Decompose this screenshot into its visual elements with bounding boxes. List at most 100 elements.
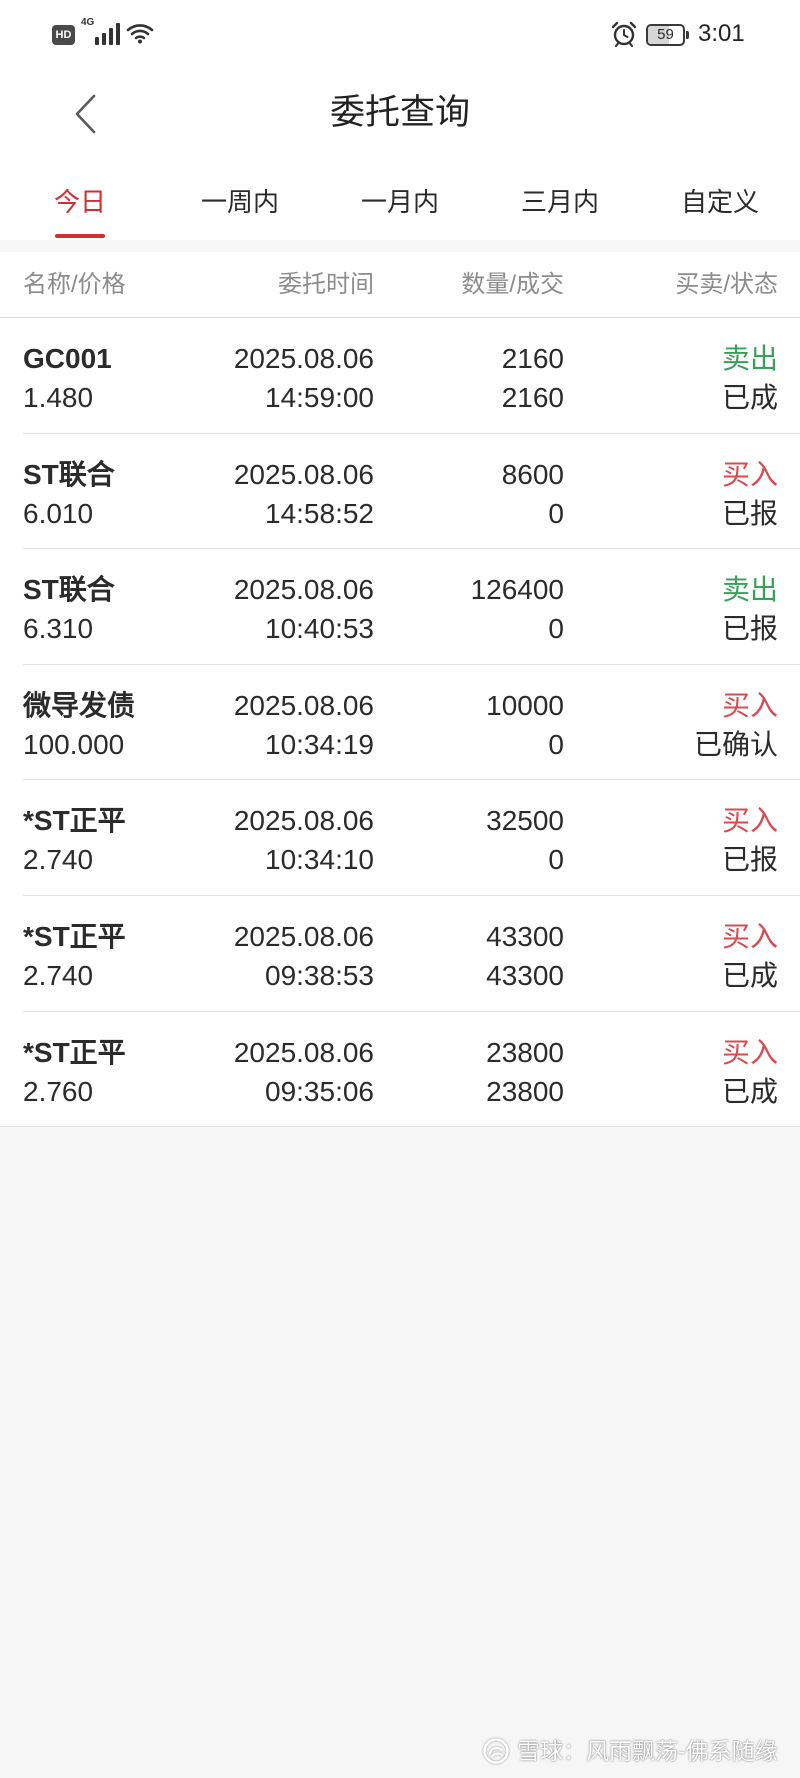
order-date: 2025.08.06 — [233, 689, 374, 721]
quantity-filled-cell: 43300 43300 — [486, 917, 564, 995]
order-row[interactable]: *ST正平 2.760 2025.08.06 09:35:06 23800 23… — [0, 1012, 800, 1128]
order-price: 2.760 — [23, 1075, 94, 1107]
quantity-filled-cell: 2160 2160 — [502, 339, 564, 417]
tab-within-three-months[interactable]: 三月内 — [480, 160, 640, 240]
column-header-row: 名称/价格 委托时间 数量/成交 买卖/状态 — [0, 252, 800, 318]
order-date: 2025.08.06 — [233, 458, 374, 490]
order-side: 买入 — [721, 689, 778, 721]
column-header-quantity-filled: 数量/成交 — [461, 271, 564, 298]
tab-today[interactable]: 今日 — [0, 160, 160, 240]
order-stock-name: 微导发债 — [23, 689, 136, 721]
order-stock-name: ST联合 — [23, 574, 115, 606]
name-price-cell: 微导发债 100.000 — [23, 686, 135, 764]
order-status: 已确认 — [693, 728, 778, 760]
order-status: 已报 — [721, 497, 778, 529]
order-side: 卖出 — [721, 343, 778, 374]
order-stock-name: ST联合 — [23, 458, 115, 490]
order-side: 买入 — [721, 1036, 778, 1068]
order-price: 1.480 — [23, 382, 94, 413]
order-filled-quantity: 43300 — [486, 959, 564, 991]
order-filled-quantity: 23800 — [486, 1075, 564, 1107]
quantity-filled-cell: 32500 0 — [486, 801, 564, 879]
order-stock-name: *ST正平 — [23, 1036, 126, 1068]
tab-within-month[interactable]: 一月内 — [320, 160, 480, 240]
column-header-name-price: 名称/价格 — [23, 271, 126, 298]
tab-within-week[interactable]: 一周内 — [160, 160, 320, 240]
order-time: 14:58:52 — [265, 497, 374, 529]
order-row[interactable]: *ST正平 2.740 2025.08.06 10:34:10 32500 0 … — [0, 780, 800, 896]
order-quantity: 8600 — [501, 458, 564, 490]
order-side: 卖出 — [721, 574, 778, 606]
tab-label: 今日 — [53, 187, 106, 217]
tab-custom[interactable]: 自定义 — [640, 160, 800, 240]
order-status: 已报 — [721, 613, 778, 645]
order-time-cell: 2025.08.06 14:58:52 — [234, 455, 374, 533]
side-status-cell: 买入 已报 — [722, 455, 778, 533]
order-filled-quantity: 0 — [548, 728, 564, 760]
order-side: 买入 — [721, 805, 778, 837]
order-time-cell: 2025.08.06 10:40:53 — [234, 570, 374, 648]
order-date: 2025.08.06 — [233, 1036, 374, 1068]
order-status: 已报 — [721, 844, 778, 876]
order-stock-name: GC001 — [23, 343, 112, 374]
side-status-cell: 买入 已确认 — [694, 686, 778, 764]
side-status-cell: 卖出 已报 — [722, 570, 778, 648]
column-header-side-status: 买卖/状态 — [675, 271, 778, 298]
tab-label: 三月内 — [520, 187, 599, 217]
order-quantity: 43300 — [486, 920, 564, 952]
order-date: 2025.08.06 — [233, 920, 374, 952]
order-row[interactable]: 微导发债 100.000 2025.08.06 10:34:19 10000 0… — [0, 665, 800, 781]
battery-nub — [686, 31, 689, 39]
order-quantity: 23800 — [486, 1036, 564, 1068]
order-quantity: 10000 — [486, 689, 564, 721]
clock: 3:01 — [698, 20, 745, 47]
tab-label: 一周内 — [200, 187, 279, 217]
column-header-order-time: 委托时间 — [278, 271, 374, 298]
side-status-cell: 买入 已成 — [722, 1033, 778, 1111]
order-price: 100.000 — [23, 728, 125, 760]
order-row[interactable]: ST联合 6.010 2025.08.06 14:58:52 8600 0 买入… — [0, 434, 800, 550]
order-side: 买入 — [721, 458, 778, 490]
order-filled-quantity: 0 — [548, 844, 564, 876]
order-price: 2.740 — [23, 844, 94, 876]
order-time-cell: 2025.08.06 10:34:19 — [234, 686, 374, 764]
status-bar: HD 4G 59 3:01 — [0, 0, 800, 68]
order-time: 10:34:19 — [265, 728, 374, 760]
quantity-filled-cell: 23800 23800 — [486, 1033, 564, 1111]
order-time-cell: 2025.08.06 14:59:00 — [234, 339, 374, 417]
tab-active-indicator — [55, 234, 105, 238]
order-row[interactable]: *ST正平 2.740 2025.08.06 09:38:53 43300 43… — [0, 896, 800, 1012]
order-time-cell: 2025.08.06 09:38:53 — [234, 917, 374, 995]
name-price-cell: GC001 1.480 — [23, 339, 112, 417]
order-time-cell: 2025.08.06 09:35:06 — [234, 1033, 374, 1111]
side-status-cell: 买入 已报 — [722, 801, 778, 879]
order-date: 2025.08.06 — [233, 343, 374, 374]
tab-label: 一月内 — [360, 187, 439, 217]
xueqiu-logo-icon — [483, 1738, 509, 1764]
order-quantity: 32500 — [486, 805, 564, 837]
order-side: 买入 — [721, 920, 778, 952]
order-filled-quantity: 2160 — [501, 382, 564, 413]
alarm-icon — [611, 21, 637, 48]
order-stock-name: *ST正平 — [23, 920, 126, 952]
screen: HD 4G 59 3:01 委托查询 今日 一周内 一月内 三月内 自定义 名称… — [0, 0, 800, 1778]
order-time-cell: 2025.08.06 10:34:10 — [234, 801, 374, 879]
name-price-cell: ST联合 6.010 — [23, 455, 115, 533]
order-time: 10:34:10 — [265, 844, 374, 876]
name-price-cell: ST联合 6.310 — [23, 570, 115, 648]
hd-badge: HD — [52, 25, 75, 45]
order-status: 已成 — [721, 382, 778, 413]
order-date: 2025.08.06 — [233, 805, 374, 837]
order-row[interactable]: GC001 1.480 2025.08.06 14:59:00 2160 216… — [0, 318, 800, 434]
signal-icon — [95, 23, 120, 45]
quantity-filled-cell: 126400 0 — [471, 570, 564, 648]
order-list-panel: 名称/价格 委托时间 数量/成交 买卖/状态 GC001 1.480 2025.… — [0, 252, 800, 1127]
quantity-filled-cell: 8600 0 — [502, 455, 564, 533]
battery-level: 59 — [657, 26, 674, 43]
name-price-cell: *ST正平 2.740 — [23, 801, 126, 879]
order-status: 已成 — [721, 1075, 778, 1107]
page-title: 委托查询 — [329, 93, 470, 132]
tab-label: 自定义 — [680, 187, 759, 217]
order-row[interactable]: ST联合 6.310 2025.08.06 10:40:53 126400 0 … — [0, 549, 800, 665]
order-filled-quantity: 0 — [548, 613, 564, 645]
